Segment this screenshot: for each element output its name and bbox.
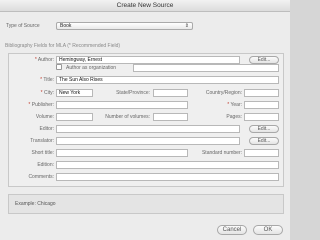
author-edit-button[interactable]: Edit... <box>249 56 279 64</box>
country-field[interactable] <box>244 89 279 97</box>
number-of-volumes-label: Number of volumes: <box>105 114 150 120</box>
translator-field[interactable] <box>56 137 240 145</box>
editor-field[interactable] <box>56 125 240 133</box>
translator-label: Translator: <box>30 138 54 144</box>
type-of-source-value: Book <box>60 23 72 29</box>
year-label: * Year: <box>210 101 242 109</box>
short-title-label: Short title: <box>31 150 54 156</box>
pages-label: Pages: <box>226 114 242 120</box>
organization-field[interactable] <box>133 64 279 72</box>
city-label-text: City: <box>44 90 54 96</box>
cancel-button[interactable]: Cancel <box>217 225 247 235</box>
year-field[interactable] <box>244 101 279 109</box>
pages-field[interactable] <box>244 113 279 121</box>
volume-label: Volume: <box>35 114 54 120</box>
author-as-organization-label: Author as organization <box>66 65 117 71</box>
city-label: * City: <box>8 89 54 97</box>
comments-field[interactable] <box>56 173 279 181</box>
country-label: Country/Region: <box>205 90 242 96</box>
ok-button[interactable]: OK <box>253 225 283 235</box>
author-label: * Author: <box>8 56 54 64</box>
comments-label: Comments: <box>28 174 54 180</box>
edition-label: Edition: <box>37 162 54 168</box>
standard-number-field[interactable] <box>244 149 279 157</box>
title-label: * Title: <box>8 76 54 84</box>
type-of-source-label: Type of Source <box>6 23 40 29</box>
author-label-text: Author: <box>37 57 54 63</box>
example-panel: Example: Chicago <box>8 194 284 214</box>
editor-edit-button[interactable]: Edit... <box>249 125 279 133</box>
state-label: State/Province: <box>116 90 150 96</box>
editor-label: Editor: <box>39 126 54 132</box>
short-title-field[interactable] <box>56 149 188 157</box>
volume-field[interactable] <box>56 113 93 121</box>
publisher-label: * Publisher: <box>8 101 54 109</box>
title-field[interactable]: The Sun Also Rises <box>56 76 279 84</box>
window-title: Create New Source <box>0 0 290 12</box>
create-new-source-dialog: Create New Source Type of Source Book ⇕ … <box>0 0 290 240</box>
type-of-source-select[interactable]: Book ⇕ <box>56 22 193 30</box>
edition-field[interactable] <box>56 161 279 169</box>
title-label-text: Title: <box>43 77 54 83</box>
number-of-volumes-field[interactable] <box>153 113 188 121</box>
publisher-field[interactable] <box>56 101 188 109</box>
translator-edit-button[interactable]: Edit... <box>249 137 279 145</box>
standard-number-label: Standard number: <box>201 150 242 156</box>
author-field[interactable]: Hemingway, Ernest <box>56 56 240 64</box>
publisher-label-text: Publisher: <box>31 102 54 108</box>
year-label-text: Year: <box>230 102 243 108</box>
city-field[interactable]: New York <box>56 89 93 97</box>
state-field[interactable] <box>153 89 188 97</box>
author-as-organization-checkbox[interactable] <box>56 64 62 70</box>
chevron-updown-icon: ⇕ <box>184 23 189 29</box>
fields-header: Bibliography Fields for MLA (* Recommend… <box>5 43 121 49</box>
example-text: Example: Chicago <box>15 201 56 207</box>
